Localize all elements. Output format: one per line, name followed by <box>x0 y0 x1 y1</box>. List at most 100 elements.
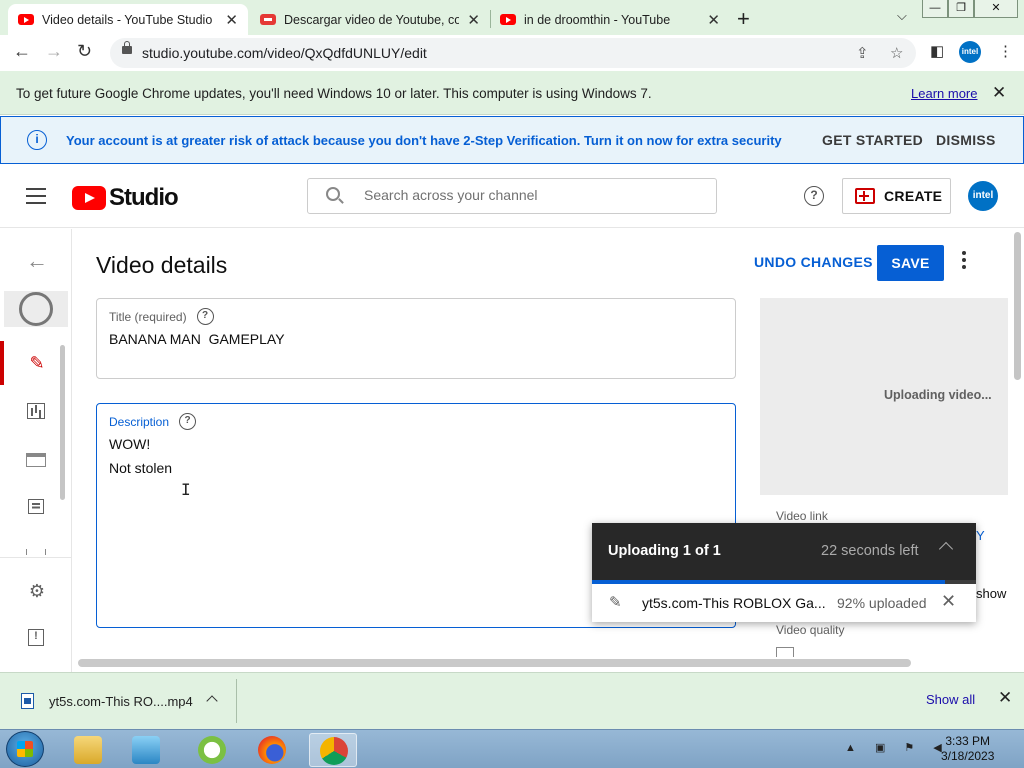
taskbar-clock[interactable]: 3:33 PM 3/18/2023 <box>941 734 994 764</box>
channel-search[interactable] <box>307 178 717 214</box>
help-icon[interactable]: ? <box>179 413 197 430</box>
maximize-icon[interactable]: ❐ <box>948 0 974 18</box>
side-panel-icon[interactable]: ◧ <box>930 42 944 60</box>
title-label: Title (required) ? <box>109 308 214 325</box>
save-button[interactable]: SAVE <box>877 245 944 281</box>
dismiss-button[interactable]: DISMISS <box>936 132 996 148</box>
rail-scrollbar[interactable] <box>60 345 65 500</box>
system-tray-icons[interactable]: ▲ ▣ ⚑ ◀ <box>845 741 950 754</box>
firefox-app[interactable] <box>248 733 296 767</box>
close-infobar-icon[interactable]: ✕ <box>992 83 1006 103</box>
video-link-label: Video link <box>776 509 828 523</box>
chrome-app[interactable] <box>309 733 357 767</box>
close-shelf-icon[interactable]: ✕ <box>998 688 1012 708</box>
search-icon <box>326 187 340 201</box>
help-icon[interactable]: ? <box>196 308 214 325</box>
settings-gear-icon[interactable]: ⚙ <box>26 581 48 602</box>
rail-divider <box>0 557 72 558</box>
editor-icon[interactable] <box>26 453 46 467</box>
download-filename[interactable]: yt5s.com-This RO....mp4 <box>49 694 193 709</box>
new-tab-icon[interactable]: + <box>737 6 750 32</box>
close-tab-icon[interactable]: ✕ <box>707 11 720 29</box>
tab-title: Video details - YouTube Studio <box>42 12 213 27</box>
minimize-icon[interactable]: — <box>922 0 948 18</box>
video-link-value[interactable]: Y <box>976 528 985 543</box>
subtitles-icon[interactable] <box>26 549 46 555</box>
media-player-icon <box>132 736 160 764</box>
get-started-button[interactable]: GET STARTED <box>822 132 923 148</box>
comments-icon[interactable] <box>28 499 44 514</box>
edit-pencil-icon[interactable]: ✎ <box>609 593 622 611</box>
back-icon[interactable]: ← <box>13 41 31 62</box>
analytics-icon[interactable] <box>27 403 45 419</box>
url-text: studio.youtube.com/video/QxQdfdUNLUY/edi… <box>142 45 427 61</box>
tab-title: Descargar video de Youtube, con <box>284 12 460 27</box>
horizontal-scrollbar[interactable] <box>78 659 911 667</box>
undo-changes-button[interactable]: UNDO CHANGES <box>754 254 873 270</box>
firefox-icon <box>258 736 286 764</box>
download-site-icon <box>260 14 276 25</box>
profile-avatar[interactable]: intel <box>959 41 981 63</box>
upload-filename[interactable]: yt5s.com-This ROBLOX Ga... <box>642 595 826 611</box>
upload-percent: 92% uploaded <box>837 595 927 611</box>
upload-item: ✎ yt5s.com-This ROBLOX Ga... 92% uploade… <box>592 584 976 622</box>
windows-taskbar: ▲ ▣ ⚑ ◀ 3:33 PM 3/18/2023 <box>0 729 1024 768</box>
description-line[interactable]: Not stolen <box>109 460 172 476</box>
active-indicator <box>0 341 4 385</box>
tab-droomthin[interactable]: in de droomthin - YouTube ✕ <box>490 4 730 35</box>
close-tab-icon[interactable]: ✕ <box>467 11 480 29</box>
page-title: Video details <box>96 252 228 278</box>
left-rail: ← ✎ ⚙ ! <box>0 229 72 672</box>
details-pencil-icon[interactable]: ✎ <box>26 353 48 374</box>
close-window-icon[interactable]: ✕ <box>974 0 1018 18</box>
chrome-update-infobar: To get future Google Chrome updates, you… <box>0 71 1024 115</box>
video-thumbnail-spinner <box>4 291 68 327</box>
intel-app[interactable] <box>188 733 236 767</box>
show-all-link[interactable]: Show all <box>926 692 975 707</box>
chevron-up-icon[interactable] <box>206 695 218 707</box>
description-line[interactable]: WOW! <box>109 436 150 452</box>
reload-icon[interactable]: ↻ <box>77 41 92 62</box>
more-options-icon[interactable] <box>962 251 966 269</box>
chevron-up-icon[interactable] <box>938 541 954 557</box>
forward-icon[interactable]: → <box>45 41 63 62</box>
studio-logo[interactable]: Studio <box>72 184 179 212</box>
cancel-upload-icon[interactable]: ✕ <box>941 591 956 612</box>
create-label: CREATE <box>884 188 943 204</box>
hamburger-menu-icon[interactable] <box>26 188 46 204</box>
tab-descargar[interactable]: Descargar video de Youtube, con ✕ <box>250 4 490 35</box>
tab-video-details[interactable]: Video details - YouTube Studio ✕ <box>8 4 248 35</box>
upload-header[interactable]: Uploading 1 of 1 22 seconds left <box>592 523 976 580</box>
folder-icon <box>74 736 102 764</box>
create-video-icon <box>855 188 875 204</box>
vertical-scrollbar[interactable] <box>1014 232 1021 380</box>
channel-avatar[interactable]: intel <box>968 181 998 211</box>
share-icon[interactable]: ⇪ <box>856 44 869 62</box>
filename-value: show <box>976 586 1007 601</box>
title-field[interactable]: Title (required) ? BANANA MAN GAMEPLAY <box>96 298 736 379</box>
learn-more-link[interactable]: Learn more <box>911 86 977 101</box>
chrome-icon <box>320 737 348 765</box>
create-button[interactable]: CREATE <box>842 178 951 214</box>
quality-icon <box>776 647 794 657</box>
youtube-icon <box>500 14 516 25</box>
address-bar[interactable]: studio.youtube.com/video/QxQdfdUNLUY/edi… <box>110 38 916 68</box>
info-icon: i <box>27 130 47 150</box>
bookmark-star-icon[interactable]: ☆ <box>890 44 903 62</box>
help-icon[interactable]: ? <box>804 186 824 206</box>
start-button[interactable] <box>6 731 44 767</box>
search-input[interactable] <box>364 187 704 203</box>
explorer-app[interactable] <box>64 733 112 767</box>
back-arrow-icon[interactable]: ← <box>26 248 48 274</box>
tab-search-chevron-icon[interactable]: ⌵ <box>897 8 907 24</box>
security-message: Your account is at greater risk of attac… <box>66 133 782 148</box>
close-tab-icon[interactable]: ✕ <box>225 11 238 29</box>
browser-tab-strip: Video details - YouTube Studio ✕ Descarg… <box>0 0 1024 35</box>
lock-icon <box>122 41 132 54</box>
chrome-menu-icon[interactable]: ⋮ <box>998 42 1013 60</box>
title-value[interactable]: BANANA MAN GAMEPLAY <box>109 331 285 347</box>
video-quality-label: Video quality <box>776 623 845 637</box>
media-player-app[interactable] <box>122 733 170 767</box>
feedback-icon[interactable]: ! <box>28 629 44 646</box>
logo-text: Studio <box>109 184 179 211</box>
